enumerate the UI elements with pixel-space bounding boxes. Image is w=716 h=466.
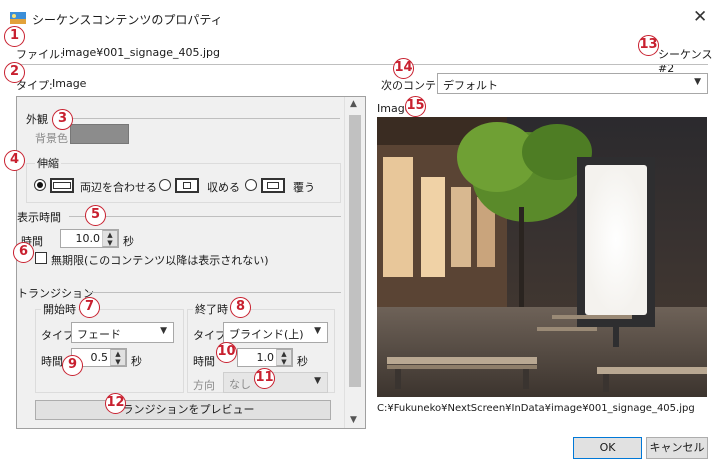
display-time-stepper[interactable]: 10.0 ▲ ▼ (60, 229, 119, 248)
divider (69, 216, 341, 217)
transition-end-heading: 終了時 (193, 301, 230, 317)
stretch-fit-radio[interactable] (159, 179, 171, 191)
title-bar: シーケンスコンテンツのプロパティ ✕ (0, 0, 716, 32)
panel-scrollbar[interactable]: ▲ ▼ (344, 97, 365, 428)
app-icon (10, 12, 26, 24)
callout-marker: 14 (393, 58, 414, 79)
stretch-fill-label: 両辺を合わせる (80, 181, 157, 194)
cancel-button[interactable]: キャンセル (646, 437, 708, 459)
transition-end-direction-label: 方向 (193, 379, 215, 392)
callout-marker: 6 (13, 242, 34, 263)
callout-marker: 3 (52, 109, 73, 130)
sequence-label: シーケンス #2 (658, 48, 713, 75)
transition-end-type-value: ブラインド(上) (229, 328, 304, 341)
divider (8, 64, 708, 65)
callout-marker: 10 (216, 342, 237, 363)
display-time-heading: 表示時間 (17, 211, 61, 224)
stretch-cover-label: 覆う (293, 181, 315, 194)
transition-end-type-label: タイプ (193, 329, 226, 342)
infinite-checkbox[interactable] (35, 252, 47, 264)
callout-marker: 13 (638, 35, 659, 56)
callout-marker: 15 (405, 96, 426, 117)
transition-end-time-stepper[interactable]: 1.0 ▲ ▼ (237, 348, 293, 367)
display-time-value: 10.0 (75, 232, 101, 245)
type-value: Image (52, 77, 87, 90)
transition-end-time-value: 1.0 (256, 351, 275, 364)
stretch-fill-icon (50, 178, 74, 193)
callout-marker: 9 (62, 355, 83, 376)
scroll-down-icon[interactable]: ▼ (350, 415, 357, 425)
bgcolor-swatch[interactable] (70, 124, 129, 144)
image-preview (377, 117, 707, 397)
spin-arrows-icon[interactable]: ▲ ▼ (276, 349, 292, 366)
spin-arrows-icon[interactable]: ▲ ▼ (102, 230, 118, 247)
transition-end-type-select[interactable]: ブラインド(上) ▼ (223, 322, 328, 343)
street-signage-photo (377, 117, 707, 397)
divider (55, 118, 340, 119)
callout-marker: 1 (4, 26, 25, 47)
callout-marker: 12 (105, 393, 126, 414)
transition-end-direction-value: なし (229, 378, 251, 391)
next-content-select[interactable]: デフォルト ▼ (437, 73, 708, 94)
transition-start-time-label: 時間 (41, 355, 63, 368)
transition-start-type-value: フェード (77, 328, 121, 341)
callout-marker: 8 (230, 297, 251, 318)
callout-marker: 5 (85, 205, 106, 226)
infinite-label: 無期限(このコンテンツ以降は表示されない) (51, 254, 269, 267)
display-time-unit: 秒 (123, 235, 134, 248)
stretch-fit-icon (175, 178, 199, 193)
transition-start-time-unit: 秒 (131, 355, 142, 368)
divider (87, 292, 341, 293)
transition-end-direction-select[interactable]: なし ▼ (223, 372, 328, 393)
properties-panel: 外観 背景色 伸縮 両辺を合わせる 収める 覆う 表示時間 時間 10.0 ▲ ▼… (16, 96, 366, 429)
callout-marker: 7 (79, 297, 100, 318)
ok-label: OK (599, 441, 616, 454)
file-label: ファイル: (16, 48, 64, 61)
stretch-fill-radio[interactable] (34, 179, 46, 191)
preview-path: C:¥Fukuneko¥NextScreen¥InData¥image¥001_… (377, 403, 695, 414)
file-value: image¥001_signage_405.jpg (62, 46, 221, 59)
bgcolor-label: 背景色 (35, 132, 68, 145)
stretch-cover-radio[interactable] (245, 179, 257, 191)
next-content-value: デフォルト (443, 79, 498, 92)
ok-button[interactable]: OK (573, 437, 642, 459)
transition-end-time-unit: 秒 (297, 355, 308, 368)
callout-marker: 2 (4, 62, 25, 83)
scroll-up-icon[interactable]: ▲ (350, 99, 357, 109)
callout-marker: 11 (254, 368, 275, 389)
chevron-down-icon: ▼ (314, 376, 321, 386)
stretch-fit-label: 収める (207, 181, 240, 194)
transition-start-heading: 開始時 (41, 301, 78, 317)
preview-transition-button[interactable]: トランジションをプレビュー (35, 400, 331, 420)
transition-end-time-label: 時間 (193, 355, 215, 368)
cancel-label: キャンセル (649, 441, 705, 454)
transition-start-type-select[interactable]: フェード ▼ (71, 322, 174, 343)
preview-transition-label: トランジションをプレビュー (111, 403, 255, 416)
chevron-down-icon: ▼ (314, 326, 321, 336)
chevron-down-icon: ▼ (694, 77, 701, 87)
appearance-heading: 外観 (26, 113, 48, 126)
window-title: シーケンスコンテンツのプロパティ (32, 13, 223, 27)
transition-start-type-label: タイプ (41, 329, 74, 342)
callout-marker: 4 (4, 150, 25, 171)
close-icon[interactable]: ✕ (693, 7, 707, 27)
transition-start-time-value: 0.5 (90, 351, 109, 364)
chevron-down-icon: ▼ (160, 326, 167, 336)
stretch-heading: 伸縮 (35, 155, 61, 171)
spin-arrows-icon[interactable]: ▲ ▼ (110, 349, 126, 366)
stretch-cover-icon (261, 178, 285, 193)
scroll-thumb[interactable] (349, 115, 361, 387)
